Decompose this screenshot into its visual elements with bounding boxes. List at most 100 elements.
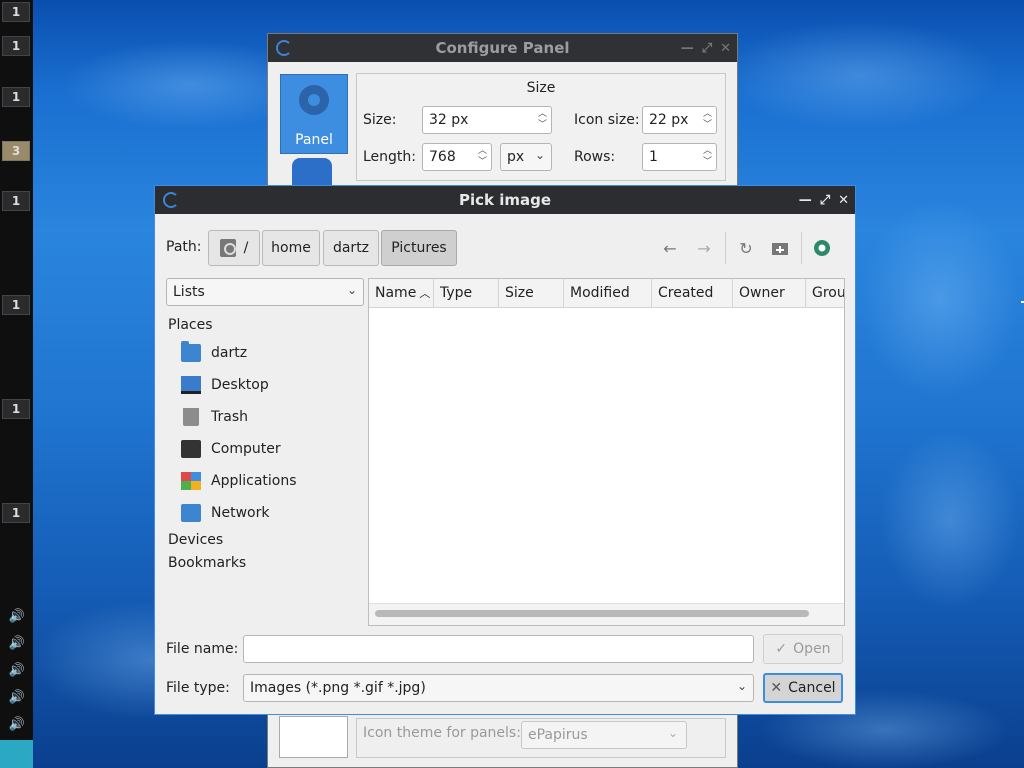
column-header-type[interactable]: Type	[434, 279, 499, 308]
size-spinbox[interactable]: 32 px ︿ ﹀	[422, 106, 552, 134]
column-header-name[interactable]: Name ︿	[369, 279, 434, 308]
checkmark-icon: ✓	[775, 641, 788, 657]
column-header-created[interactable]: Created	[652, 279, 733, 308]
volume-icon[interactable]: 🔊	[8, 634, 26, 652]
button-label: Cancel	[788, 680, 836, 696]
folder-icon[interactable]: 3	[2, 141, 30, 161]
spin-arrows-icon[interactable]: ︿ ﹀	[703, 109, 712, 131]
computer-icon	[181, 440, 201, 458]
devices-heading[interactable]: Devices	[168, 532, 223, 548]
spin-arrows-icon[interactable]: ︿ ﹀	[478, 146, 487, 168]
minimize-icon[interactable]: —	[799, 193, 812, 208]
file-name-input[interactable]	[243, 635, 754, 663]
volume-icon[interactable]: 🔊	[8, 715, 26, 733]
place-item-computer[interactable]: Computer	[181, 438, 281, 460]
column-header-modified[interactable]: Modified	[564, 279, 652, 308]
length-unit-select[interactable]: px ⌄	[500, 143, 552, 171]
breadcrumb-label: dartz	[332, 240, 370, 256]
dialog-title: Pick image	[458, 191, 552, 209]
reload-icon[interactable]: ↻	[734, 236, 758, 260]
maximize-icon[interactable]: ⤢	[820, 193, 830, 208]
new-folder-icon[interactable]	[768, 236, 792, 260]
workspace-indicator[interactable]: 1	[2, 399, 30, 419]
file-type-value: Images (*.png *.gif *.jpg)	[250, 680, 426, 696]
left-panel: 1 1 1 3 1 1 1 1 🔊 🔊 🔊 🔊 🔊	[0, 0, 33, 768]
place-label: Computer	[211, 441, 281, 457]
workspace-indicator[interactable]: 1	[2, 87, 30, 107]
volume-icon[interactable]: 🔊	[8, 688, 26, 706]
toolbar-separator	[801, 232, 802, 264]
close-icon[interactable]: ✕	[838, 193, 849, 208]
size-label: Size:	[363, 112, 397, 128]
column-label: Owner	[739, 285, 785, 301]
breadcrumb-pictures[interactable]: Pictures	[381, 230, 457, 266]
place-item-network[interactable]: Network	[181, 502, 269, 524]
workspace-indicator[interactable]: 1	[2, 36, 30, 56]
volume-icon[interactable]: 🔊	[8, 607, 26, 625]
workspace-indicator[interactable]: 1	[2, 191, 30, 211]
app-logo-icon	[276, 40, 292, 56]
column-label: Name	[375, 285, 417, 301]
window-titlebar[interactable]: Configure Panel — ⤢ ✕	[268, 34, 737, 62]
column-header-owner[interactable]: Owner	[733, 279, 806, 308]
place-item-desktop[interactable]: Desktop	[181, 374, 269, 396]
place-item-dartz[interactable]: dartz	[181, 341, 248, 364]
length-spinbox[interactable]: 768 ︿ ﹀	[422, 143, 492, 171]
cancel-button[interactable]: ✕ Cancel	[763, 673, 843, 703]
bookmarks-heading[interactable]: Bookmarks	[168, 555, 246, 571]
chevron-down-icon: ⌄	[667, 726, 678, 740]
maximize-icon[interactable]: ⤢	[702, 41, 712, 56]
panel-bottom-strip	[0, 740, 33, 768]
workspace-indicator[interactable]: 1	[2, 503, 30, 523]
minimize-icon[interactable]: —	[681, 41, 694, 56]
place-label: Trash	[211, 409, 248, 425]
home-folder-icon	[181, 341, 201, 362]
icon-theme-label: Icon theme for panels:	[363, 725, 521, 741]
spin-arrows-icon[interactable]: ︿ ﹀	[538, 109, 547, 131]
column-header-group[interactable]: Grou	[806, 279, 844, 308]
settings-icon[interactable]	[810, 236, 834, 260]
drive-icon	[219, 239, 236, 257]
close-icon[interactable]: ✕	[720, 41, 731, 56]
icon-size-spinbox[interactable]: 22 px ︿ ﹀	[642, 106, 717, 134]
place-label: dartz	[211, 345, 248, 361]
toolbar-separator	[725, 232, 726, 264]
places-view-value: Lists	[173, 284, 205, 300]
groupbox-title: Size	[526, 80, 556, 96]
puzzle-icon[interactable]	[292, 158, 332, 186]
breadcrumb-root[interactable]: /	[208, 230, 260, 266]
size-value: 32 px	[429, 112, 469, 128]
forward-icon[interactable]: →	[692, 236, 716, 260]
breadcrumb-home[interactable]: home	[262, 230, 320, 266]
place-item-applications[interactable]: Applications	[181, 470, 297, 492]
length-unit-value: px	[507, 149, 525, 165]
workspace-indicator[interactable]: 1	[2, 295, 30, 315]
sidebar-item-panel[interactable]: Panel	[280, 74, 348, 154]
rows-spinbox[interactable]: 1 ︿ ﹀	[642, 143, 717, 171]
column-label: Type	[440, 285, 473, 301]
length-label: Length:	[363, 149, 417, 165]
column-header-size[interactable]: Size	[499, 279, 564, 308]
dialog-titlebar[interactable]: Pick image — ⤢ ✕	[155, 186, 855, 214]
sidebar-item-blank[interactable]	[279, 716, 348, 758]
spin-arrows-icon[interactable]: ︿ ﹀	[703, 146, 712, 168]
trash-icon	[183, 408, 199, 426]
app-logo-icon	[163, 192, 179, 208]
horizontal-scrollbar-track[interactable]	[369, 603, 844, 625]
place-item-trash[interactable]: Trash	[181, 406, 248, 428]
back-icon[interactable]: ←	[658, 236, 682, 260]
volume-icon[interactable]: 🔊	[8, 661, 26, 679]
open-button[interactable]: ✓ Open	[763, 634, 843, 664]
place-label: Network	[211, 505, 270, 521]
places-view-select[interactable]: Lists ⌄	[166, 278, 364, 306]
icon-theme-select[interactable]: ePapirus ⌄	[521, 721, 687, 749]
places-heading[interactable]: Places	[168, 317, 213, 333]
breadcrumb-dartz[interactable]: dartz	[323, 230, 379, 266]
file-type-select[interactable]: Images (*.png *.gif *.jpg) ⌄	[243, 674, 754, 702]
applications-icon	[181, 472, 201, 490]
icon-size-value: 22 px	[649, 112, 689, 128]
rows-label: Rows:	[574, 149, 616, 165]
file-list[interactable]: Name ︿ Type Size Modified Created Owner …	[368, 278, 845, 626]
horizontal-scrollbar[interactable]	[375, 610, 809, 617]
workspace-indicator[interactable]: 1	[2, 2, 30, 22]
